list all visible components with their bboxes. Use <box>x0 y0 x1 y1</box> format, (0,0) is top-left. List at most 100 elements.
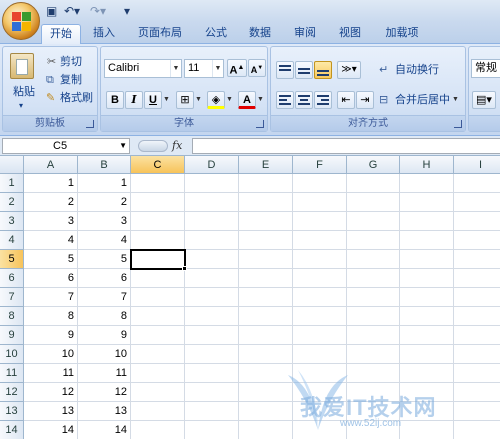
italic-button[interactable]: I <box>125 91 143 109</box>
cell-b9[interactable]: 9 <box>78 326 131 345</box>
cell-c8[interactable] <box>131 307 185 326</box>
cell-a8[interactable]: 8 <box>24 307 78 326</box>
row-header[interactable]: 9 <box>0 326 24 345</box>
cell-c6[interactable] <box>131 269 185 288</box>
column-header-h[interactable]: H <box>400 156 454 174</box>
cell-h11[interactable] <box>400 364 454 383</box>
font-name-combo[interactable]: Calibri ▼ <box>104 59 182 78</box>
name-box-dropdown-icon[interactable]: ▼ <box>119 139 127 153</box>
cell-f1[interactable] <box>293 174 347 193</box>
align-middle-button[interactable] <box>295 61 313 79</box>
cell-i5[interactable] <box>454 250 500 269</box>
align-top-button[interactable] <box>276 61 294 79</box>
font-size-combo[interactable]: 11 ▼ <box>184 59 224 78</box>
cell-i7[interactable] <box>454 288 500 307</box>
column-header-a[interactable]: A <box>24 156 78 174</box>
fill-handle[interactable] <box>182 266 187 271</box>
cell-a12[interactable]: 12 <box>24 383 78 402</box>
row-header[interactable]: 3 <box>0 212 24 231</box>
cell-g9[interactable] <box>347 326 400 345</box>
row-header[interactable]: 5 <box>0 250 24 269</box>
cell-h9[interactable] <box>400 326 454 345</box>
cell-e6[interactable] <box>239 269 293 288</box>
save-icon[interactable]: ▣ <box>46 4 57 18</box>
cell-i4[interactable] <box>454 231 500 250</box>
cell-h6[interactable] <box>400 269 454 288</box>
cell-g2[interactable] <box>347 193 400 212</box>
underline-button[interactable]: U <box>144 91 162 109</box>
row-header[interactable]: 14 <box>0 421 24 439</box>
cell-c14[interactable] <box>131 421 185 439</box>
cell-f6[interactable] <box>293 269 347 288</box>
cell-g5[interactable] <box>347 250 400 269</box>
row-header[interactable]: 1 <box>0 174 24 193</box>
underline-dropdown-icon[interactable]: ▼ <box>163 91 170 109</box>
cell-d7[interactable] <box>185 288 239 307</box>
wrap-text-button[interactable]: 自动换行 <box>395 61 439 79</box>
cell-d8[interactable] <box>185 307 239 326</box>
cell-d2[interactable] <box>185 193 239 212</box>
tab-formulas[interactable]: 公式 <box>196 24 236 44</box>
cell-b10[interactable]: 10 <box>78 345 131 364</box>
cell-e9[interactable] <box>239 326 293 345</box>
cell-i11[interactable] <box>454 364 500 383</box>
cell-d4[interactable] <box>185 231 239 250</box>
font-size-dropdown-icon[interactable]: ▼ <box>212 60 223 77</box>
row-header[interactable]: 7 <box>0 288 24 307</box>
cell-a6[interactable]: 6 <box>24 269 78 288</box>
cell-a2[interactable]: 2 <box>24 193 78 212</box>
office-button[interactable] <box>2 2 40 40</box>
cell-f5[interactable] <box>293 250 347 269</box>
cell-e10[interactable] <box>239 345 293 364</box>
cut-button[interactable]: 剪切 <box>60 53 82 71</box>
column-header-i[interactable]: I <box>454 156 500 174</box>
cell-h14[interactable] <box>400 421 454 439</box>
cell-i8[interactable] <box>454 307 500 326</box>
alignment-launcher-icon[interactable] <box>454 120 462 128</box>
cell-b11[interactable]: 11 <box>78 364 131 383</box>
font-color-dropdown-icon[interactable]: ▼ <box>257 91 264 109</box>
format-painter-button[interactable]: 格式刷 <box>60 89 93 107</box>
column-header-f[interactable]: F <box>293 156 347 174</box>
cell-d11[interactable] <box>185 364 239 383</box>
cell-h5[interactable] <box>400 250 454 269</box>
cell-a11[interactable]: 11 <box>24 364 78 383</box>
cell-i2[interactable] <box>454 193 500 212</box>
cell-f4[interactable] <box>293 231 347 250</box>
select-all-corner[interactable] <box>0 156 24 174</box>
copy-button[interactable]: 复制 <box>60 71 82 89</box>
cell-i1[interactable] <box>454 174 500 193</box>
cell-b6[interactable]: 6 <box>78 269 131 288</box>
tab-review[interactable]: 审阅 <box>285 24 325 44</box>
tab-view[interactable]: 视图 <box>330 24 370 44</box>
cell-h7[interactable] <box>400 288 454 307</box>
currency-format-button[interactable]: ▤▾ <box>472 91 496 109</box>
cell-h2[interactable] <box>400 193 454 212</box>
cell-i10[interactable] <box>454 345 500 364</box>
cell-g4[interactable] <box>347 231 400 250</box>
cell-b3[interactable]: 3 <box>78 212 131 231</box>
cell-a1[interactable]: 1 <box>24 174 78 193</box>
cell-d9[interactable] <box>185 326 239 345</box>
cell-f8[interactable] <box>293 307 347 326</box>
align-right-button[interactable] <box>314 91 332 109</box>
merge-center-button[interactable]: 合并后居中 <box>395 91 450 109</box>
tab-home[interactable]: 开始 <box>41 24 81 44</box>
tab-page-layout[interactable]: 页面布局 <box>130 24 190 44</box>
tab-insert[interactable]: 插入 <box>84 24 124 44</box>
name-box[interactable]: C5 ▼ <box>2 138 130 154</box>
cell-i9[interactable] <box>454 326 500 345</box>
cell-f10[interactable] <box>293 345 347 364</box>
cell-f9[interactable] <box>293 326 347 345</box>
cell-g3[interactable] <box>347 212 400 231</box>
cell-c4[interactable] <box>131 231 185 250</box>
cell-c1[interactable] <box>131 174 185 193</box>
cell-g1[interactable] <box>347 174 400 193</box>
cell-i14[interactable] <box>454 421 500 439</box>
cell-d6[interactable] <box>185 269 239 288</box>
cell-a3[interactable]: 3 <box>24 212 78 231</box>
column-header-e[interactable]: E <box>239 156 293 174</box>
tab-addins[interactable]: 加载项 <box>378 24 426 44</box>
cell-b7[interactable]: 7 <box>78 288 131 307</box>
customize-qat-icon[interactable]: ▾ <box>124 4 130 18</box>
